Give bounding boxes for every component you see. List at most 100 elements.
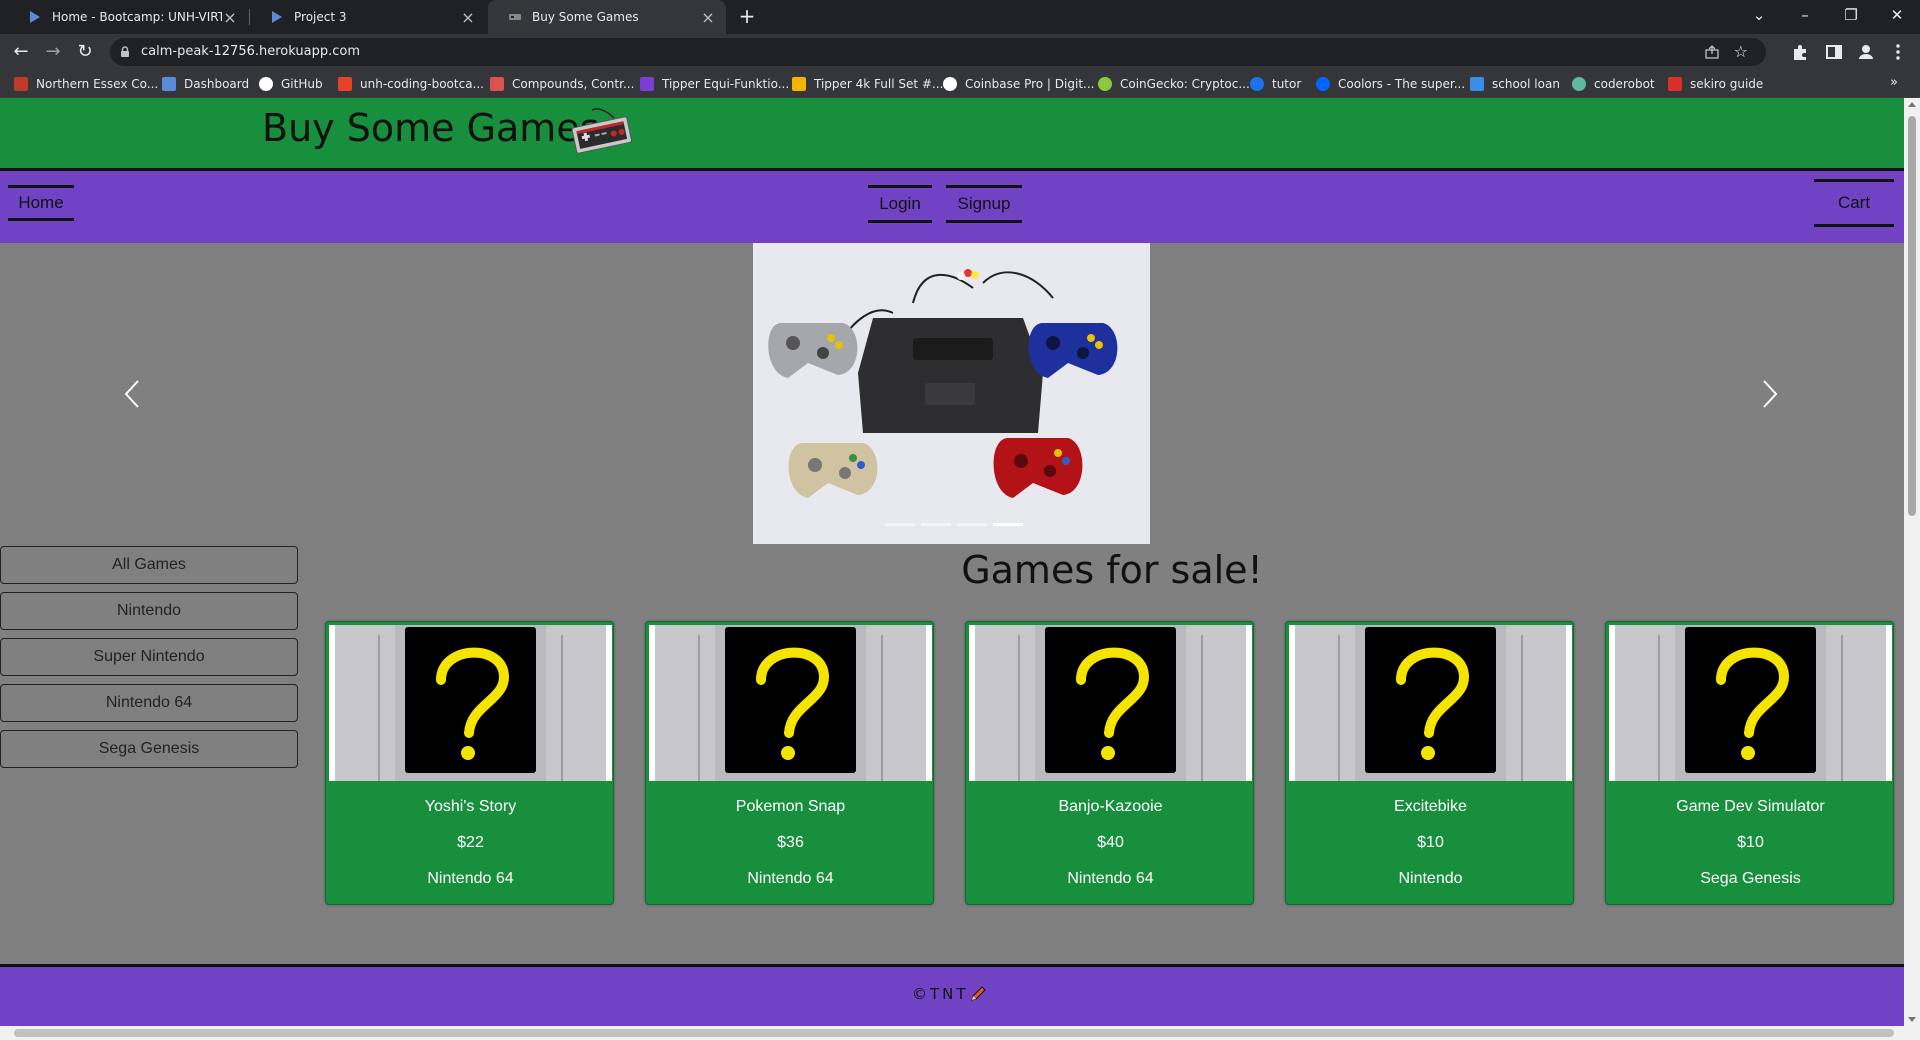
tutor-icon	[1250, 77, 1264, 91]
bookmark-item[interactable]: tutor	[1250, 70, 1301, 98]
bookmark-item[interactable]: Northern Essex Co...	[14, 70, 158, 98]
minimize-icon[interactable]: –	[1782, 0, 1828, 30]
scroll-down-icon[interactable]	[1908, 1017, 1916, 1022]
site-navbar: Home Login Signup Cart	[0, 171, 1904, 243]
game-price: $40	[1097, 834, 1124, 851]
horizontal-scroll-thumb[interactable]	[14, 1029, 1894, 1037]
reload-icon[interactable]: ↻	[73, 40, 97, 64]
site-title[interactable]: Buy Some Games	[262, 106, 600, 150]
tab-search-icon[interactable]: ⌄	[1736, 0, 1782, 30]
bookmark-star-icon[interactable]: ☆	[1734, 42, 1748, 61]
bookmark-label: school loan	[1492, 77, 1560, 91]
game-cartridge-image[interactable]	[1289, 625, 1572, 781]
profile-icon[interactable]	[1856, 42, 1876, 62]
bookmark-item[interactable]: GitHub	[259, 70, 323, 98]
more-bookmarks-icon[interactable]: »	[1890, 75, 1898, 90]
game-card[interactable]: Pokemon Snap $36 Nintendo 64	[645, 621, 934, 905]
canvas-icon	[272, 11, 282, 23]
question-mark-cartridge-icon	[1295, 625, 1566, 781]
carousel-prev-icon[interactable]	[118, 377, 148, 411]
close-tab-icon[interactable]: ×	[700, 8, 716, 27]
bookmark-item[interactable]: school loan	[1470, 70, 1560, 98]
horizontal-scrollbar[interactable]	[0, 1026, 1920, 1040]
lock-icon[interactable]	[118, 45, 132, 59]
bookmark-item[interactable]: coderobot	[1572, 70, 1655, 98]
category-super-nintendo-button[interactable]: Super Nintendo	[0, 638, 298, 676]
more-menu-icon[interactable]	[1888, 42, 1908, 62]
gitlab-icon	[338, 77, 352, 91]
bookmark-item[interactable]: Compounds, Contr...	[490, 70, 634, 98]
product-carousel	[0, 243, 1904, 544]
bookmark-item[interactable]: Dashboard	[162, 70, 249, 98]
scroll-up-icon[interactable]	[1908, 102, 1916, 107]
bookmark-label: Coinbase Pro | Digit...	[965, 77, 1095, 91]
bookmark-item[interactable]: unh-coding-bootca...	[338, 70, 484, 98]
game-platform: Nintendo 64	[427, 870, 514, 887]
carousel-indicator[interactable]	[885, 523, 915, 526]
page-viewport: Buy Some Games Home Login Signup Cart Al…	[0, 98, 1920, 1040]
game-platform: Nintendo 64	[747, 870, 834, 887]
carousel-next-icon[interactable]	[1754, 377, 1784, 411]
vertical-scrollbar[interactable]	[1904, 98, 1920, 1026]
back-icon[interactable]: ←	[9, 40, 33, 64]
tab-title: Home - Bootcamp: UNH-VIRT-FS	[52, 10, 222, 24]
forward-icon[interactable]: →	[41, 40, 65, 64]
bookmarks-bar: Northern Essex Co... Dashboard GitHub un…	[0, 70, 1920, 98]
address-bar[interactable]: calm-peak-12756.herokuapp.com ☆	[110, 38, 1766, 66]
n64-console-photo	[753, 243, 1150, 544]
carousel-indicator[interactable]	[957, 523, 987, 526]
close-tab-icon[interactable]: ×	[460, 8, 476, 27]
nav-home-link[interactable]: Home	[8, 185, 74, 221]
extensions-icon[interactable]	[1790, 42, 1810, 62]
close-tab-icon[interactable]: ×	[222, 8, 238, 27]
bookmark-item[interactable]: Tipper 4k Full Set #...	[792, 70, 943, 98]
controller-favicon-icon	[509, 14, 521, 20]
browser-tab-bootcamp[interactable]: Home - Bootcamp: UNH-VIRT-FS ×	[8, 0, 248, 34]
close-window-icon[interactable]: ✕	[1874, 0, 1920, 30]
game-card[interactable]: Yoshi's Story $22 Nintendo 64	[325, 621, 614, 905]
game-platform: Nintendo 64	[1067, 870, 1154, 887]
bookmark-label: Tipper Equi-Funktio...	[662, 77, 790, 91]
carousel-indicator[interactable]	[921, 523, 951, 526]
category-sega-genesis-button[interactable]: Sega Genesis	[0, 730, 298, 768]
canvas-icon	[162, 77, 176, 91]
side-panel-icon[interactable]	[1824, 42, 1844, 62]
game-card[interactable]: Excitebike $10 Nintendo	[1285, 621, 1574, 905]
coderobot-icon	[1572, 77, 1586, 91]
nav-cart-link[interactable]: Cart	[1814, 179, 1894, 227]
tipper-icon	[640, 77, 654, 91]
bookmark-label: tutor	[1272, 77, 1302, 91]
category-all-games-button[interactable]: All Games	[0, 546, 298, 584]
question-mark-cartridge-icon	[975, 625, 1246, 781]
bookmark-label: coderobot	[1594, 77, 1655, 91]
site-footer: ©TNT	[0, 964, 1904, 1026]
bookmark-item[interactable]: Tipper Equi-Funktio...	[640, 70, 789, 98]
bookmark-item[interactable]: Coinbase Pro | Digit...	[943, 70, 1094, 98]
nav-login-link[interactable]: Login	[868, 185, 932, 223]
scroll-thumb[interactable]	[1908, 116, 1916, 516]
nes-controller-icon	[571, 108, 633, 154]
game-cartridge-image[interactable]	[969, 625, 1252, 781]
game-cartridge-image[interactable]	[329, 625, 612, 781]
game-card[interactable]: Game Dev Simulator $10 Sega Genesis	[1605, 621, 1894, 905]
browser-tab-buy-some-games[interactable]: Buy Some Games ×	[488, 0, 726, 34]
new-tab-button[interactable]: +	[734, 5, 760, 29]
game-cartridge-image[interactable]	[649, 625, 932, 781]
game-card[interactable]: Banjo-Kazooie $40 Nintendo 64	[965, 621, 1254, 905]
question-mark-cartridge-icon	[655, 625, 926, 781]
url-text[interactable]: calm-peak-12756.herokuapp.com	[141, 44, 360, 59]
bookmark-item[interactable]: CoinGecko: Cryptoc...	[1098, 70, 1250, 98]
bookmark-label: Tipper 4k Full Set #...	[814, 77, 944, 91]
share-icon[interactable]	[1704, 44, 1720, 60]
restore-icon[interactable]: ❐	[1828, 0, 1874, 30]
nav-signup-link[interactable]: Signup	[946, 185, 1022, 223]
category-nintendo-button[interactable]: Nintendo	[0, 592, 298, 630]
browser-tab-project3[interactable]: Project 3 ×	[250, 0, 486, 34]
category-nintendo-64-button[interactable]: Nintendo 64	[0, 684, 298, 722]
bookmark-item[interactable]: sekiro guide	[1668, 70, 1763, 98]
bookmark-item[interactable]: Coolors - The super...	[1316, 70, 1465, 98]
coingecko-icon	[1098, 77, 1112, 91]
carousel-indicator-active[interactable]	[993, 523, 1023, 526]
compounds-icon	[490, 77, 504, 91]
game-cartridge-image[interactable]	[1609, 625, 1892, 781]
